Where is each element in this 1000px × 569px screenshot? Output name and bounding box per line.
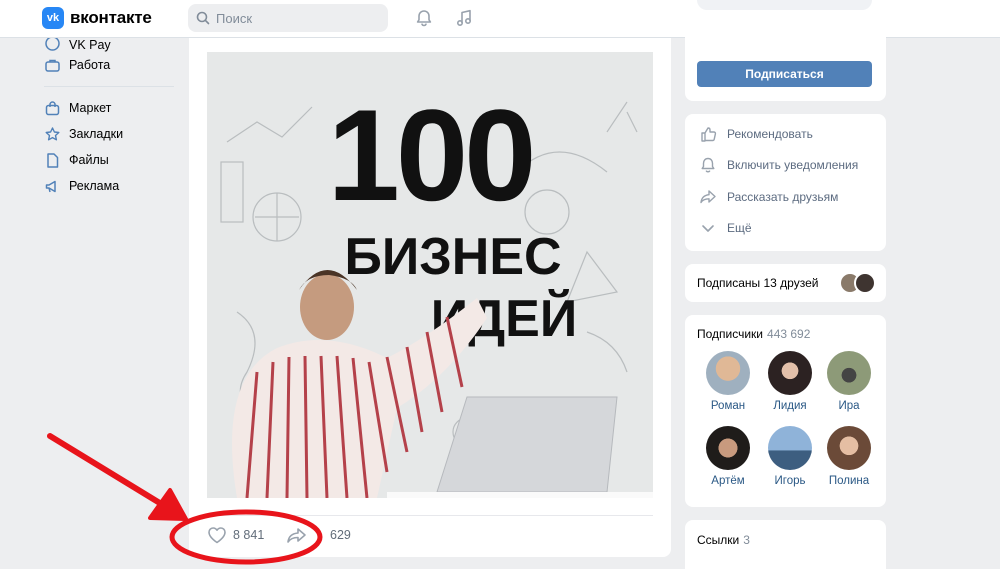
post-image-number: 100 bbox=[328, 82, 533, 228]
subscriber-name: Роман bbox=[710, 400, 746, 412]
action-label: Рекомендовать bbox=[727, 126, 813, 141]
avatar bbox=[827, 426, 871, 470]
post-image-illustration: 100 БИЗНЕС ИДЕЙ bbox=[207, 52, 653, 498]
star-icon bbox=[45, 126, 60, 140]
vk-logo-text: вконтакте bbox=[70, 8, 152, 27]
avatar bbox=[768, 426, 812, 470]
likes-count: 8 841 bbox=[233, 528, 265, 542]
actions-card: Рекомендовать Включить уведомления Расск… bbox=[685, 114, 886, 251]
subscriber-name: Полина bbox=[828, 475, 870, 487]
like-button[interactable]: 8 841 bbox=[207, 526, 264, 544]
links-title: Ссылки bbox=[697, 533, 740, 547]
chevron-down-icon bbox=[702, 225, 714, 233]
avatar bbox=[854, 272, 876, 294]
left-sidebar: VK Pay Работа Маркет Закладки Файлы Рекл… bbox=[44, 38, 179, 199]
tell-friends-action[interactable]: Рассказать друзьям bbox=[685, 181, 886, 213]
share-button[interactable]: 629 bbox=[286, 526, 351, 544]
avatar bbox=[706, 426, 750, 470]
sidebar-item-label: Файлы bbox=[69, 153, 109, 167]
subscriber-item[interactable]: Роман bbox=[697, 351, 759, 412]
annotation-arrow-head bbox=[148, 488, 188, 521]
sidebar-item-label: Реклама bbox=[69, 179, 120, 193]
subscriber-name: Лидия bbox=[773, 400, 807, 412]
subscribers-count: 443 692 bbox=[767, 327, 811, 341]
annotation-arrow-shaft bbox=[47, 433, 171, 511]
avatar bbox=[827, 351, 871, 395]
subscribe-button[interactable]: Подписаться bbox=[697, 61, 872, 87]
action-label: Рассказать друзьям bbox=[727, 189, 839, 204]
action-label: Включить уведомления bbox=[727, 158, 859, 173]
subscribers-card: Подписчики 443 692 Роман Лидия Ира Артём … bbox=[685, 315, 886, 507]
sidebar-item-label: Закладки bbox=[69, 127, 124, 141]
sidebar-divider bbox=[44, 86, 174, 87]
sidebar-item-market[interactable]: Маркет bbox=[44, 95, 179, 121]
thumbs-up-icon bbox=[701, 127, 717, 142]
vk-logo[interactable]: vk вконтакте bbox=[42, 7, 152, 29]
music-icon[interactable] bbox=[454, 8, 474, 28]
vkpay-icon bbox=[45, 38, 60, 51]
avatar bbox=[706, 351, 750, 395]
bell-icon[interactable] bbox=[414, 8, 434, 28]
links-card[interactable]: Ссылки 3 bbox=[685, 520, 886, 569]
sidebar-item-vkpay[interactable]: VK Pay bbox=[44, 38, 179, 52]
share-icon bbox=[700, 190, 716, 203]
post-card: 100 БИЗНЕС ИДЕЙ 8 841 629 bbox=[189, 38, 671, 557]
subscriber-name: Ира bbox=[838, 400, 860, 412]
subscriber-item[interactable]: Артём bbox=[697, 426, 759, 487]
search-placeholder: Поиск bbox=[216, 10, 253, 26]
vk-logo-mark: vk bbox=[42, 7, 64, 29]
post-image[interactable]: 100 БИЗНЕС ИДЕЙ bbox=[207, 52, 653, 498]
sidebar-item-label: Маркет bbox=[69, 101, 112, 115]
friends-avatars bbox=[839, 272, 876, 294]
subscriber-item[interactable]: Ира bbox=[821, 351, 877, 412]
sidebar-item-work[interactable]: Работа bbox=[44, 52, 179, 78]
subscriber-name: Артём bbox=[711, 475, 745, 487]
search-input[interactable]: Поиск bbox=[188, 4, 388, 32]
megaphone-icon bbox=[45, 180, 56, 192]
shares-count: 629 bbox=[330, 528, 351, 542]
more-action[interactable]: Ещё bbox=[685, 213, 886, 245]
heart-icon bbox=[208, 527, 226, 544]
bag-icon bbox=[45, 100, 60, 115]
action-label: Ещё bbox=[727, 221, 752, 236]
sidebar-item-label: VK Pay bbox=[69, 38, 111, 52]
sidebar-item-ads[interactable]: Реклама bbox=[44, 173, 179, 199]
avatar bbox=[768, 351, 812, 395]
post-divider bbox=[207, 515, 653, 516]
subscriber-item[interactable]: Лидия bbox=[759, 351, 821, 412]
subscribers-header[interactable]: Подписчики 443 692 bbox=[697, 327, 810, 341]
subscriber-item[interactable]: Полина bbox=[821, 426, 877, 487]
secondary-button[interactable] bbox=[697, 0, 872, 10]
links-count: 3 bbox=[743, 533, 750, 547]
briefcase-icon bbox=[45, 59, 60, 72]
friends-subscribed-label: Подписаны 13 друзей bbox=[697, 276, 819, 290]
subscribe-card: Подписаться bbox=[685, 0, 886, 101]
subscribers-title: Подписчики bbox=[697, 327, 764, 341]
links-header: Ссылки 3 bbox=[697, 533, 750, 547]
friends-card[interactable]: Подписаны 13 друзей bbox=[685, 264, 886, 302]
sidebar-item-bookmarks[interactable]: Закладки bbox=[44, 121, 179, 147]
post-image-line1: БИЗНЕС bbox=[344, 228, 561, 286]
notifications-action[interactable]: Включить уведомления bbox=[685, 150, 886, 182]
share-icon bbox=[287, 528, 306, 543]
bell-icon bbox=[701, 158, 715, 173]
sidebar-item-files[interactable]: Файлы bbox=[44, 147, 179, 173]
subscribers-grid: Роман Лидия Ира Артём Игорь Полина bbox=[697, 351, 877, 487]
file-icon bbox=[47, 152, 59, 168]
recommend-action[interactable]: Рекомендовать bbox=[685, 118, 886, 150]
subscriber-item[interactable]: Игорь bbox=[759, 426, 821, 487]
search-icon bbox=[196, 11, 210, 25]
subscriber-name: Игорь bbox=[774, 475, 806, 487]
sidebar-item-label: Работа bbox=[69, 58, 111, 72]
